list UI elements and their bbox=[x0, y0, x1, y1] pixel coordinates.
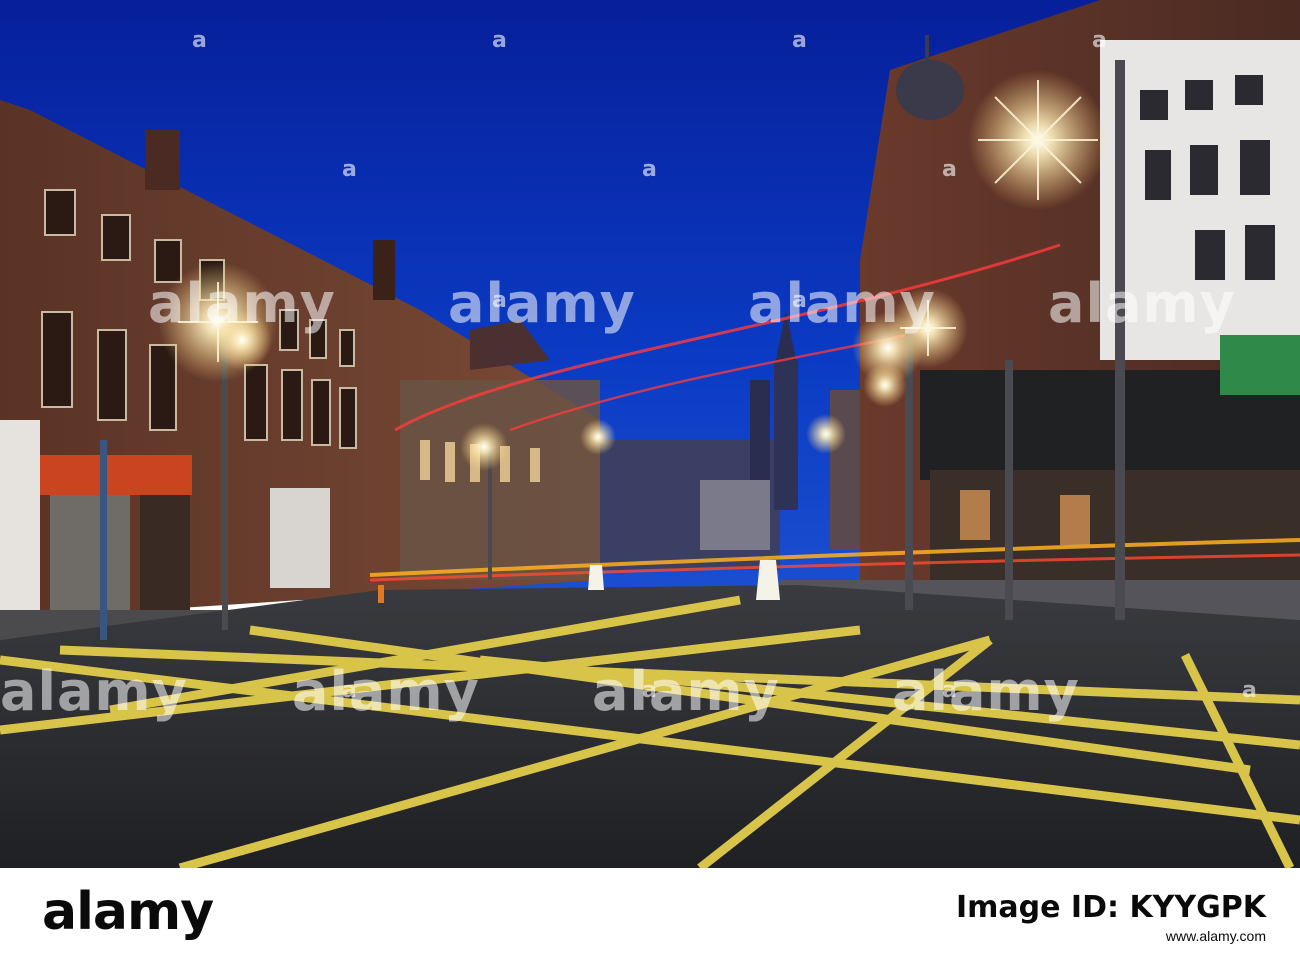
watermark-text: alamy bbox=[748, 272, 936, 335]
watermark-icon: a bbox=[342, 157, 357, 182]
watermark-icon: a bbox=[792, 288, 807, 313]
watermark-text: alamy bbox=[892, 660, 1080, 723]
footer-bar: alamy Image ID: KYYGPK www.alamy.com bbox=[0, 868, 1300, 956]
watermark-icon: a bbox=[942, 157, 957, 182]
street-scene bbox=[0, 0, 1300, 868]
watermark-icon: a bbox=[942, 678, 957, 703]
watermark-icon: a bbox=[792, 28, 807, 53]
watermark-icon: a bbox=[642, 157, 657, 182]
watermark-icon: a bbox=[342, 678, 357, 703]
watermark-icon: a bbox=[492, 288, 507, 313]
watermark-text: alamy bbox=[292, 660, 480, 723]
image-id: Image ID: KYYGPK bbox=[956, 890, 1266, 925]
watermark-icon: a bbox=[492, 28, 507, 53]
watermark-text: alamy bbox=[448, 272, 636, 335]
site-url: www.alamy.com bbox=[1165, 928, 1266, 944]
watermark-icon: a bbox=[642, 678, 657, 703]
watermark-text: alamy bbox=[592, 660, 780, 723]
watermark-icon: a bbox=[1242, 678, 1257, 703]
alamy-logo: alamy bbox=[42, 882, 214, 942]
watermark-icon: a bbox=[1092, 28, 1107, 53]
watermark-text: alamy bbox=[1048, 272, 1236, 335]
watermark-text: alamy bbox=[148, 272, 336, 335]
watermark-icon: a bbox=[192, 28, 207, 53]
street-photo: a a a a a a a alamy alamy alamy alamy a … bbox=[0, 0, 1300, 868]
watermark-text: alamy bbox=[0, 660, 188, 723]
